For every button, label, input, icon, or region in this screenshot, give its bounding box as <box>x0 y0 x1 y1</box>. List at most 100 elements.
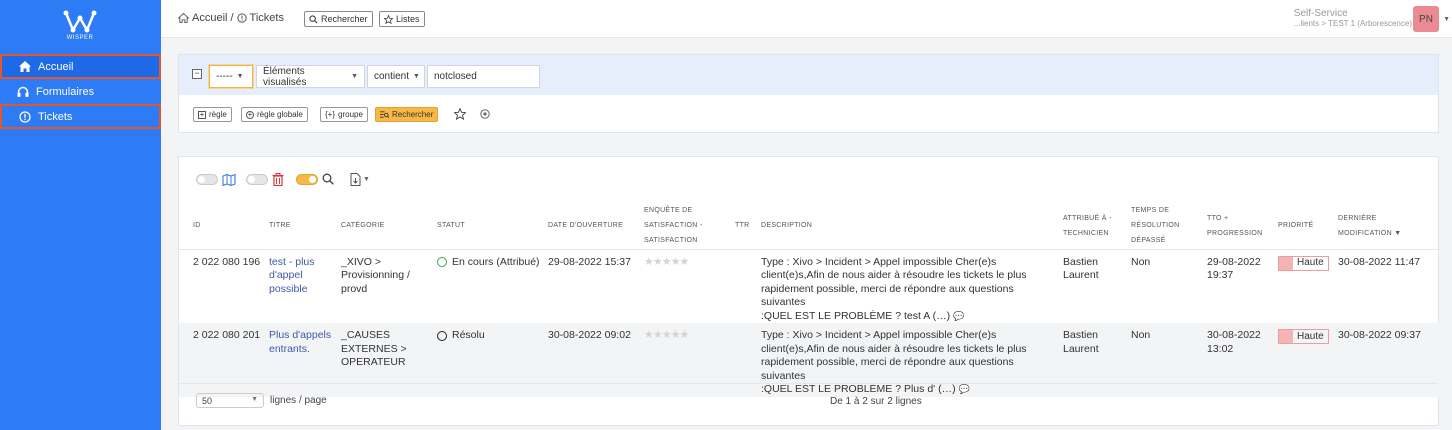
col-tto[interactable]: TTO + PROGRESSION <box>1203 203 1274 250</box>
description-line: :QUEL EST LE PROBLÈME ? test A (…) 💬 <box>761 310 1055 324</box>
cell-last-modification: 30-08-2022 11:47 <box>1338 255 1421 268</box>
cell-satisfaction: ★★★★★ <box>640 249 731 323</box>
col-status[interactable]: STATUT <box>433 203 544 250</box>
cell-tto: 29-08-2022 19:37 <box>1203 249 1274 323</box>
col-id[interactable]: ID <box>179 203 265 250</box>
col-assigned[interactable]: ATTRIBUÉ À - TECHNICIEN <box>1059 203 1127 250</box>
col-priority[interactable]: PRIORITÉ <box>1274 203 1334 250</box>
pagination-info: De 1 à 2 sur 2 lignes <box>830 396 922 407</box>
comments-icon[interactable]: 💬 <box>953 311 964 321</box>
sidebar-item-accueil[interactable]: Accueil <box>0 54 161 79</box>
trash-toggle[interactable] <box>246 173 268 185</box>
search-button-label: Rechercher <box>321 14 368 24</box>
cell-priority: Haute <box>1274 249 1334 323</box>
sidebar: WISPER Accueil Formulaires Tickets <box>0 0 161 430</box>
status-text: Résolu <box>452 329 485 341</box>
col-resolution-line: RÉSOLUTION <box>1131 222 1180 230</box>
search-icon[interactable] <box>322 173 334 185</box>
breadcrumb-home-link[interactable]: Accueil <box>192 12 227 24</box>
col-open-date[interactable]: DATE D'OUVERTURE <box>544 203 640 250</box>
col-resolution-line: DÉPASSÉ <box>1131 237 1166 245</box>
tto-line: 19:37 <box>1207 269 1234 281</box>
logo-icon <box>63 10 97 33</box>
title-line: test - plus <box>269 255 315 268</box>
add-rule-button[interactable]: + règle <box>193 107 232 122</box>
search-button[interactable]: Rechercher <box>304 11 373 27</box>
description-line: rapidement possible, merci de répondre a… <box>761 282 1014 309</box>
results-card: ▼ ID TITRE CATÉGORIE STATUT DATE D'OUVER… <box>178 156 1440 426</box>
operator-value: contient <box>374 71 410 82</box>
col-resolution-time[interactable]: TEMPS DE RÉSOLUTION DÉPASSÉ <box>1127 203 1203 250</box>
breadcrumb-separator: / <box>230 12 234 24</box>
wisper-logo[interactable]: WISPER <box>58 10 102 44</box>
sidebar-item-label: Formulaires <box>36 85 95 98</box>
link-operator-select[interactable]: ----- ▼ <box>209 65 253 88</box>
breadcrumb-tickets-link[interactable]: Tickets <box>250 12 284 24</box>
chevron-down-icon[interactable]: ▼ <box>1443 16 1450 23</box>
criteria-row: − ----- ▼ Éléments visualisés ▼ contient ▼ … <box>179 55 1438 95</box>
cell-status: En cours (Attribué) <box>433 249 544 323</box>
col-lastmod-line: DERNIÈRE <box>1338 214 1377 222</box>
col-ttr[interactable]: TTR <box>731 203 757 250</box>
category-line: provd <box>341 282 368 295</box>
sort-desc-icon[interactable]: ▼ <box>1394 230 1401 237</box>
col-satisfaction[interactable]: ENQUÊTE DE SATISFACTION - SATISFACTION <box>640 203 731 250</box>
category-line: Provisionning / <box>341 269 410 281</box>
col-last-modification[interactable]: DERNIÈRE MODIFICATION ▼ <box>1334 203 1440 250</box>
user-profile-info[interactable]: Self-Service ...lients > TEST 1 (Arbores… <box>1294 8 1412 28</box>
assigned-line: Laurent <box>1063 269 1099 281</box>
description-line: client(e)s,Afin de nous aider à résoudre… <box>761 342 1027 355</box>
chevron-down-icon: ▼ <box>236 73 244 80</box>
sidebar-item-label: Accueil <box>38 60 74 73</box>
export-file-icon[interactable] <box>350 172 361 186</box>
reset-circle-icon[interactable] <box>480 109 490 119</box>
col-description[interactable]: DESCRIPTION <box>757 203 1059 250</box>
add-group-button[interactable]: {+} groupe <box>320 107 368 122</box>
table-footer: 50 ▼ lignes / page De 1 à 2 sur 2 lignes <box>179 383 1438 426</box>
trash-icon[interactable] <box>272 172 284 186</box>
lists-button[interactable]: Listes <box>379 11 425 27</box>
table-row[interactable]: 2 022 080 196 test - plus d'appel possib… <box>179 249 1440 323</box>
col-resolution-line: TEMPS DE <box>1131 207 1170 215</box>
topbar: Accueil / Tickets Rechercher Listes Self… <box>161 0 1452 38</box>
map-toggle[interactable] <box>196 173 218 185</box>
add-global-rule-label: règle globale <box>257 110 303 119</box>
field-select[interactable]: Éléments visualisés ▼ <box>256 65 365 88</box>
status-text: En cours (Attribué) <box>452 255 540 268</box>
value-input[interactable]: notclosed <box>427 65 540 88</box>
priority-text: Haute <box>1297 257 1324 269</box>
rechercher-button[interactable]: Rechercher <box>375 107 439 122</box>
home-icon <box>178 13 189 23</box>
map-icon[interactable] <box>222 173 236 186</box>
cell-title-link[interactable]: test - plus d'appel possible <box>265 249 337 323</box>
rating-stars-icon: ★★★★★ <box>644 255 689 268</box>
add-global-rule-button[interactable]: + règle globale <box>241 107 308 122</box>
category-line: _CAUSES <box>341 329 391 341</box>
col-lastmod-line: MODIFICATION ▼ <box>1338 226 1436 241</box>
page-size-select[interactable]: 50 ▼ <box>196 393 264 408</box>
title-line: possible <box>269 282 308 295</box>
field-value: Éléments visualisés <box>263 65 307 88</box>
col-title[interactable]: TITRE <box>265 203 337 250</box>
search-toggle[interactable] <box>296 173 318 185</box>
chevron-down-icon[interactable]: ▼ <box>363 176 370 183</box>
sidebar-item-formulaires[interactable]: Formulaires <box>0 79 161 104</box>
lines-per-page-label: lignes / page <box>270 395 327 406</box>
col-category[interactable]: CATÉGORIE <box>337 203 433 250</box>
breadcrumb: Accueil / Tickets <box>178 12 284 24</box>
entity-name: ...lients > TEST 1 (Arborescence) <box>1293 19 1412 28</box>
logo-text: WISPER <box>66 35 94 41</box>
plus-circle-icon: + <box>246 109 254 119</box>
avatar[interactable]: PN <box>1413 6 1439 32</box>
operator-select[interactable]: contient ▼ <box>367 65 425 88</box>
tto-line: 29-08-2022 <box>1207 255 1261 268</box>
description-line: client(e)s,Afin de nous aider à résoudre… <box>761 269 1027 281</box>
priority-badge: Haute <box>1278 329 1329 344</box>
sidebar-item-tickets[interactable]: Tickets <box>0 104 161 129</box>
rechercher-label: Rechercher <box>392 110 434 119</box>
title-line: Plus d'appels <box>269 329 332 341</box>
star-icon[interactable] <box>454 108 466 120</box>
tto-line: 30-08-2022 <box>1207 329 1261 341</box>
collapse-toggle[interactable]: − <box>192 69 202 79</box>
col-assigned-line: ATTRIBUÉ À - <box>1063 214 1112 222</box>
